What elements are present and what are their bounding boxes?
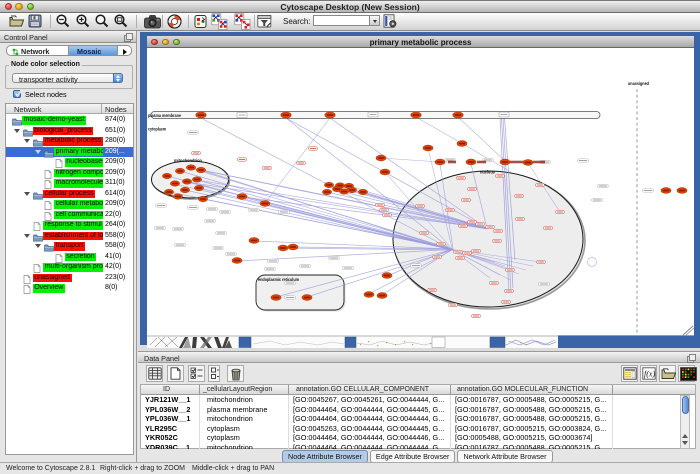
svg-text:cytoplasm: cytoplasm — [148, 127, 166, 132]
svg-text:mitochondrion: mitochondrion — [174, 158, 202, 163]
svg-text:plasma membrane: plasma membrane — [148, 113, 181, 118]
svg-text:nucleus: nucleus — [480, 170, 495, 175]
svg-text:unassigned: unassigned — [628, 81, 649, 86]
svg-text:f(x): f(x) — [644, 370, 655, 379]
